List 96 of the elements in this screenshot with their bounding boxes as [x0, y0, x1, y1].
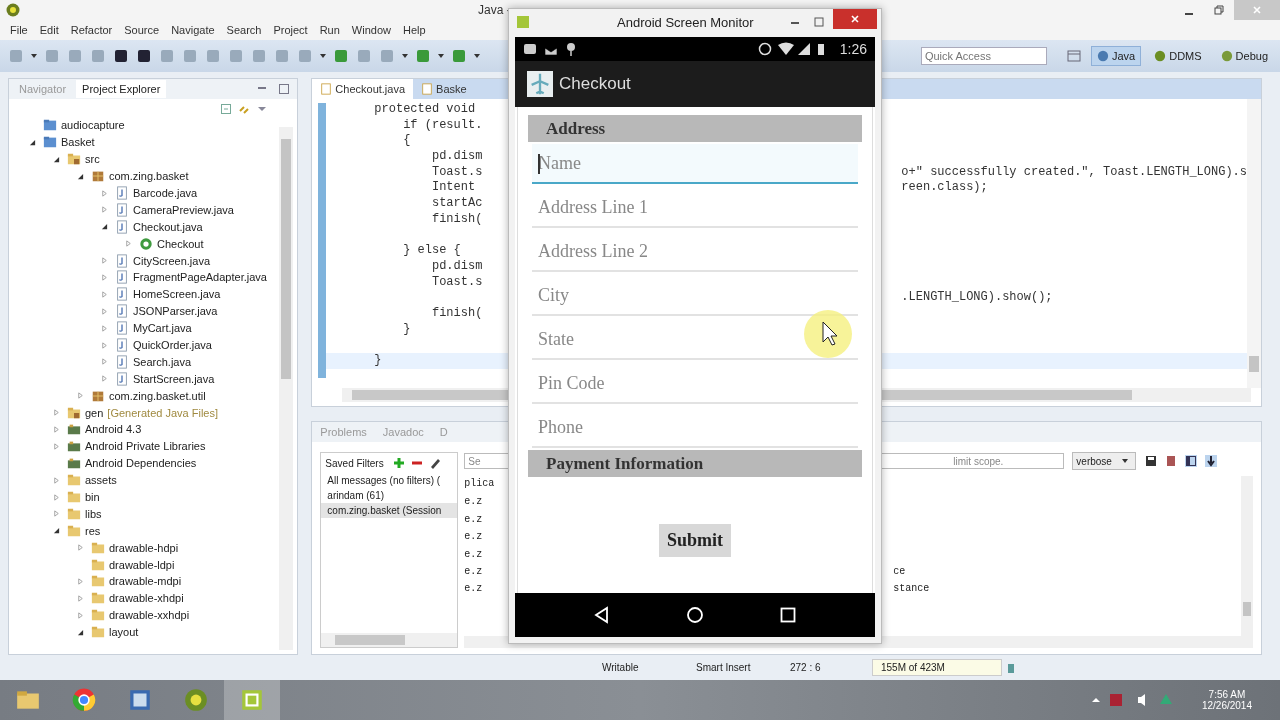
tree-item[interactable]: drawable-xxhdpi	[109, 609, 190, 622]
tree-item[interactable]: audiocapture	[61, 119, 125, 132]
log-text: stance	[893, 583, 930, 597]
code-text: pd.dism	[430, 258, 483, 273]
tree-item[interactable]: drawable-ldpi	[109, 558, 175, 571]
log-text: e.z	[464, 496, 483, 508]
memory-indicator: 155M of 423M	[872, 659, 1002, 676]
window-title: Android Screen Monitor	[617, 14, 755, 30]
quick-access-field[interactable]: Quick Access	[920, 47, 1047, 65]
tree-item[interactable]: CameraPreview.java	[133, 203, 234, 216]
submit-button[interactable]: Submit	[659, 523, 731, 557]
placeholder-text: limit scope.	[953, 455, 1004, 467]
log-text: e.z	[464, 583, 483, 595]
tree-item[interactable]: Android Dependencies	[85, 457, 197, 470]
code-text: o+" successfully created.", Toast.LENGTH_LONG).s	[901, 164, 1247, 181]
tree-item[interactable]: src	[85, 153, 100, 166]
clock-time: 7:56 AM	[1208, 689, 1246, 700]
editor-tab[interactable]: Baske	[413, 79, 475, 99]
menu-item[interactable]: Refactor	[64, 24, 119, 36]
log-level-dropdown[interactable]: verbose	[1072, 452, 1137, 471]
filter-item[interactable]: All messages (no filters) (	[321, 473, 458, 489]
tree-item[interactable]: com.zing.basket.util	[109, 389, 206, 402]
section-header: Payment Information	[528, 450, 862, 477]
code-text: Intent	[430, 180, 476, 195]
tree-item[interactable]: layout	[109, 626, 139, 639]
status-text: 272 : 6	[790, 662, 822, 673]
menu-item[interactable]: Source	[118, 24, 166, 36]
view-tab[interactable]: Project Explorer	[76, 80, 167, 98]
code-text: finish(	[430, 305, 483, 320]
menu-item[interactable]: Run	[313, 24, 346, 36]
placeholder-text: Se	[468, 455, 481, 467]
tree-item[interactable]: res	[85, 524, 101, 537]
tree-item[interactable]: MyCart.java	[133, 322, 192, 335]
code-text: startAc	[430, 196, 483, 211]
log-text: ce	[893, 566, 906, 579]
tree-item[interactable]: StartScreen.java	[133, 372, 215, 385]
column-header: plica	[464, 478, 495, 490]
tree-item-note: [Generated Java Files]	[107, 406, 219, 419]
status-text: Writable	[602, 662, 640, 673]
log-text: e.z	[464, 531, 483, 543]
code-text: }	[374, 353, 382, 367]
log-text: e.z	[464, 566, 483, 577]
tree-item[interactable]: FragmentPageAdapter.java	[133, 271, 267, 284]
code-text: Toast.s	[430, 164, 483, 179]
tree-item[interactable]: JSONParser.java	[133, 305, 218, 318]
tree-item[interactable]: drawable-xhdpi	[109, 592, 184, 605]
tree-item[interactable]: QuickOrder.java	[133, 339, 212, 351]
tree-item[interactable]: Checkout	[157, 237, 204, 250]
code-text: reen.class);	[901, 180, 988, 197]
code-text: }	[402, 321, 411, 336]
code-text: } else {	[402, 243, 461, 258]
tree-item[interactable]: Search.java	[133, 355, 192, 368]
tree-item[interactable]: drawable-mdpi	[109, 575, 182, 588]
tree-item[interactable]: gen	[85, 406, 104, 419]
clock-date: 12/26/2014	[1201, 700, 1252, 711]
tree-item[interactable]: libs	[85, 507, 102, 520]
perspective-button[interactable]: Java	[1090, 46, 1142, 66]
tree-item[interactable]: Barcode.java	[133, 187, 198, 199]
saved-filters-label: Saved Filters	[325, 457, 384, 469]
tree-item[interactable]: CityScreen.java	[133, 254, 211, 267]
tree-item[interactable]: com.zing.basket	[109, 170, 189, 183]
code-text: Toast.s	[430, 274, 483, 289]
section-header: Address	[528, 115, 862, 142]
log-text: e.z	[464, 548, 483, 560]
perspective-button[interactable]: DDMS	[1148, 46, 1208, 66]
code-text: .LENGTH_LONG).show();	[901, 290, 1053, 306]
app-title: Checkout	[559, 74, 631, 94]
code-text: if (result.	[402, 117, 483, 132]
tree-item[interactable]: HomeScreen.java	[133, 288, 221, 301]
status-text: Smart Insert	[696, 662, 752, 673]
menu-item[interactable]: Project	[267, 24, 314, 36]
log-text: e.z	[464, 513, 483, 525]
tree-item[interactable]: Android Private Libraries	[85, 440, 206, 453]
menu-item[interactable]: Edit	[33, 24, 65, 36]
perspective-button[interactable]: Debug	[1214, 46, 1274, 66]
menu-item[interactable]: File	[4, 24, 34, 36]
menu-item[interactable]: Search	[220, 24, 268, 36]
editor-tab[interactable]: Checkout.java	[312, 79, 414, 99]
filter-item[interactable]: com.zing.basket (Session	[321, 503, 458, 519]
code-text: finish(	[430, 211, 483, 226]
code-text: protected void	[374, 102, 476, 116]
tree-item[interactable]: Basket	[61, 136, 95, 149]
status-bar-time: 1:26	[839, 41, 867, 57]
menu-item[interactable]: Window	[345, 24, 397, 36]
tree-item[interactable]: Android 4.3	[85, 423, 142, 436]
window-title: Java -	[478, 3, 511, 17]
tree-item[interactable]: drawable-hdpi	[109, 541, 179, 554]
tree-item[interactable]: bin	[85, 491, 100, 504]
tree-item[interactable]: assets	[85, 474, 117, 487]
menu-item[interactable]: Navigate	[165, 24, 221, 36]
text-field[interactable]: Name	[532, 144, 858, 184]
code-text: pd.dism	[430, 149, 483, 164]
tree-item[interactable]: Checkout.java	[133, 220, 203, 233]
code-text: {	[402, 133, 411, 148]
filter-item[interactable]: arindam (61)	[321, 488, 458, 504]
menu-item[interactable]: Help	[397, 24, 432, 36]
